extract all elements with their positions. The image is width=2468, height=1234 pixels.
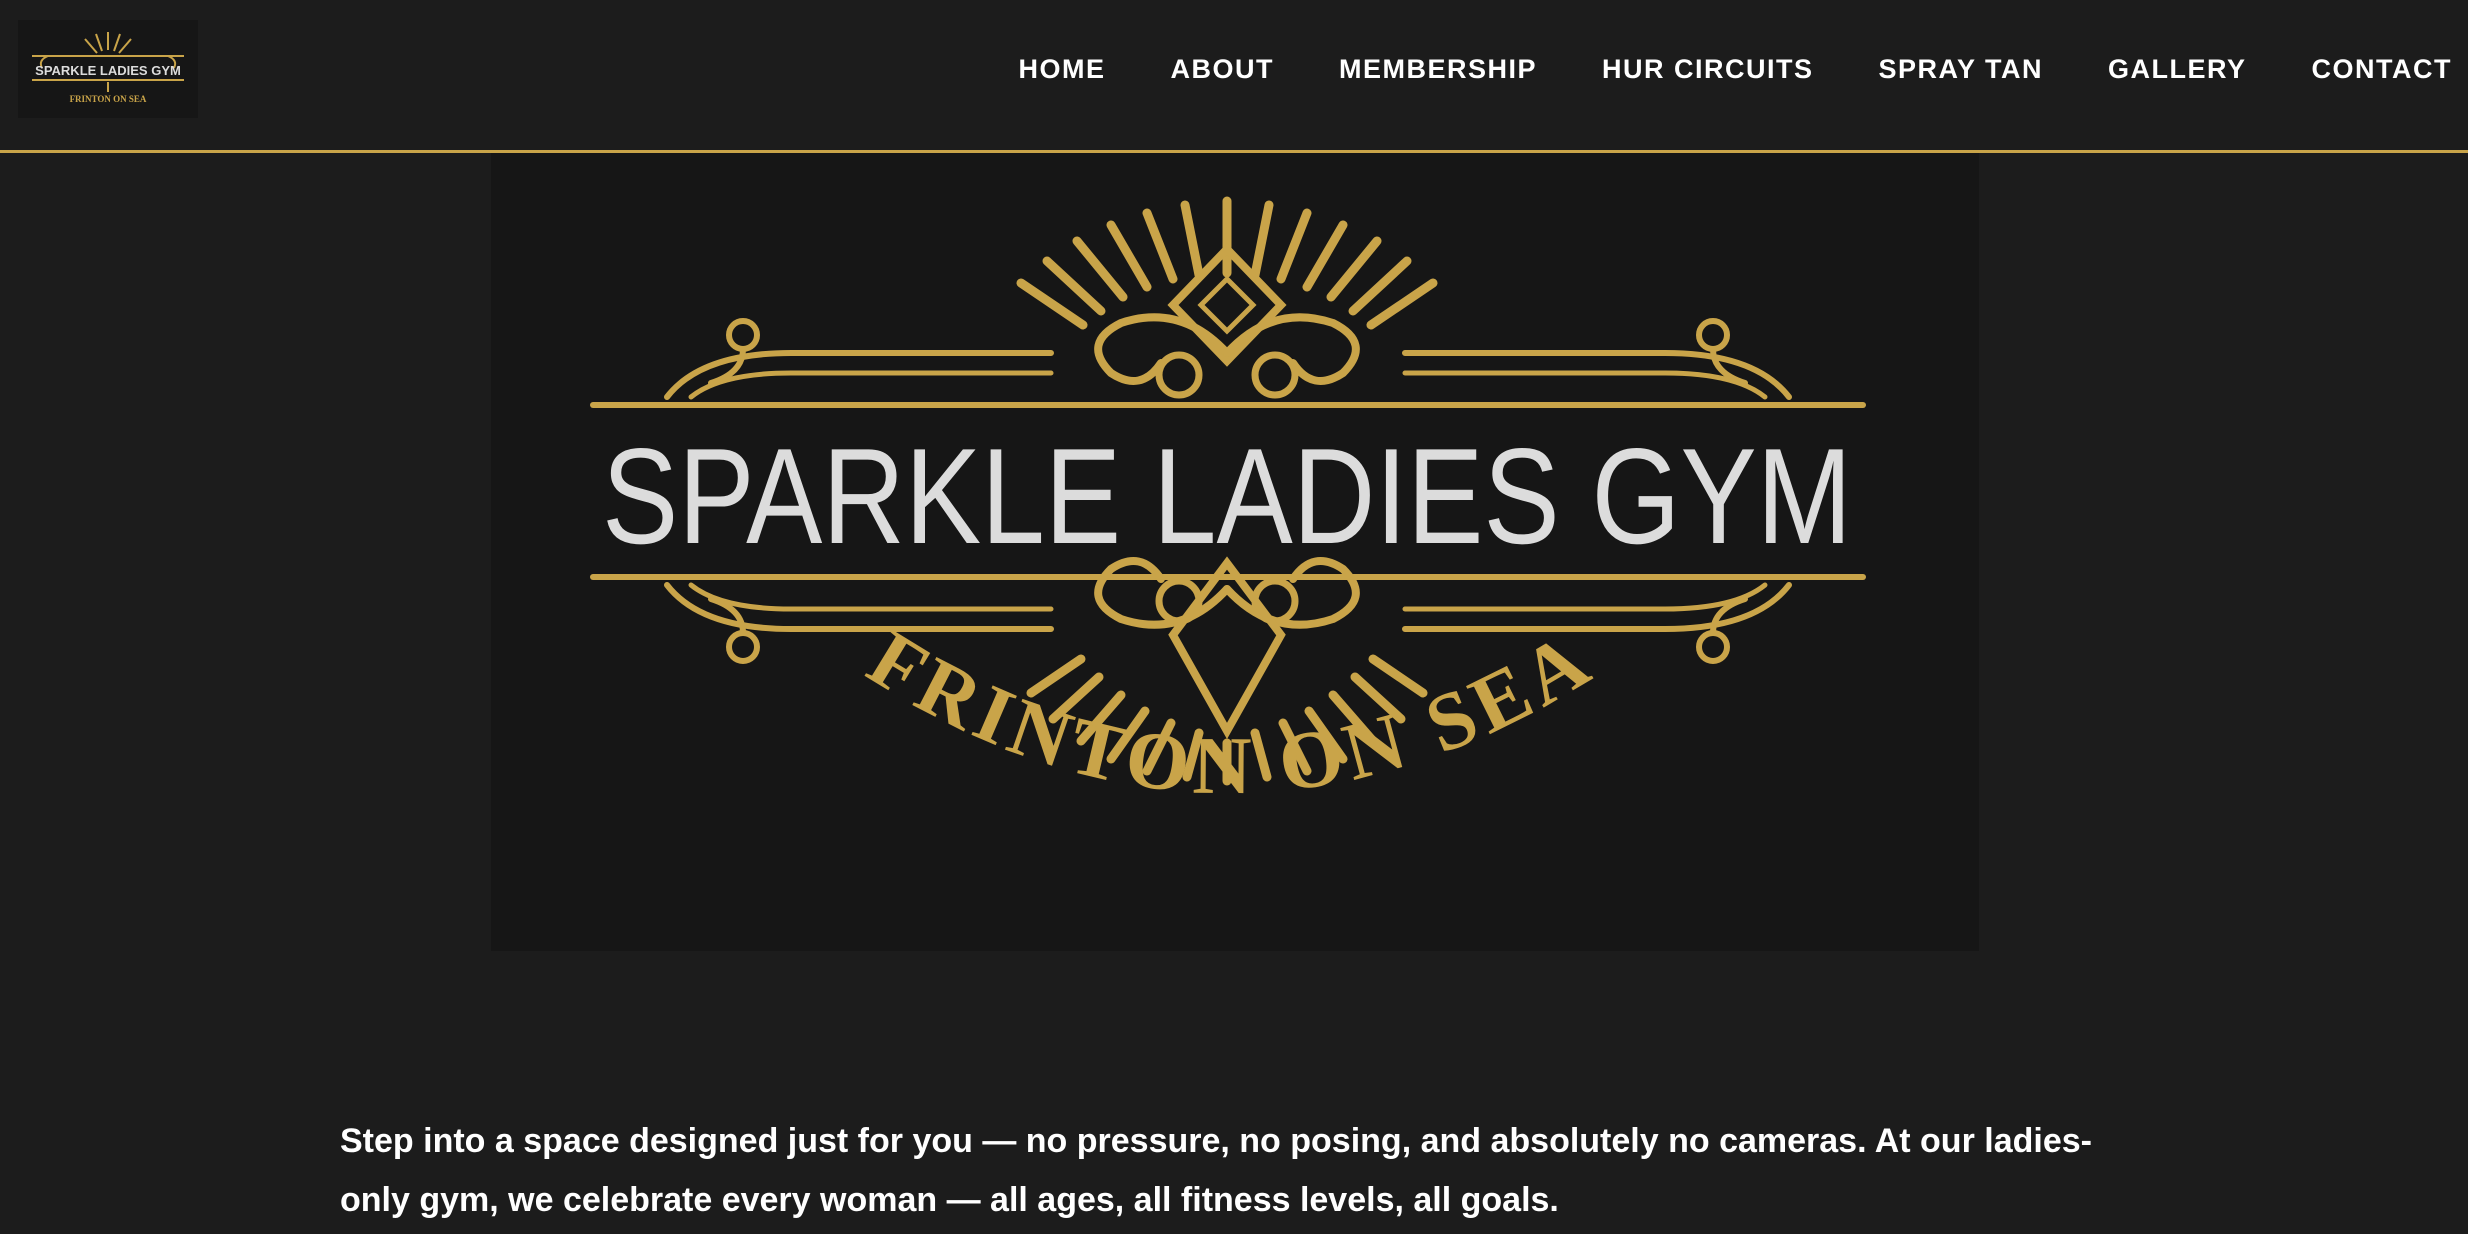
nav-home[interactable]: HOME (1018, 52, 1105, 86)
art-deco-emblem-icon: SPARKLE LADIES GYM FRINTON ON SEA (590, 196, 1866, 811)
hero-logo: SPARKLE LADIES GYM FRINTON ON SEA (491, 153, 1979, 951)
hero-location-text: FRINTON ON SEA (854, 612, 1609, 811)
logo-small-name: SPARKLE LADIES GYM (35, 63, 181, 78)
nav-spray-tan[interactable]: SPRAY TAN (1878, 52, 2043, 86)
header-logo[interactable]: SPARKLE LADIES GYM FRINTON ON SEA (18, 20, 198, 118)
nav-hur-circuits[interactable]: HUR CIRCUITS (1602, 52, 1814, 86)
logo-emblem-icon: SPARKLE LADIES GYM FRINTON ON SEA (32, 32, 184, 104)
logo-small-location: FRINTON ON SEA (70, 94, 147, 104)
main-nav: HOME ABOUT MEMBERSHIP HUR CIRCUITS SPRAY… (953, 52, 2452, 86)
hero-brand-name: SPARKLE LADIES GYM (602, 420, 1852, 572)
nav-membership[interactable]: MEMBERSHIP (1339, 52, 1537, 86)
nav-contact[interactable]: CONTACT (2312, 52, 2452, 86)
site-header: SPARKLE LADIES GYM FRINTON ON SEA HOME A… (0, 0, 2468, 153)
nav-about[interactable]: ABOUT (1170, 52, 1274, 86)
nav-gallery[interactable]: GALLERY (2108, 52, 2247, 86)
hero-location: FRINTON ON SEA (854, 612, 1603, 811)
intro-text: Step into a space designed just for you … (340, 1122, 2092, 1219)
